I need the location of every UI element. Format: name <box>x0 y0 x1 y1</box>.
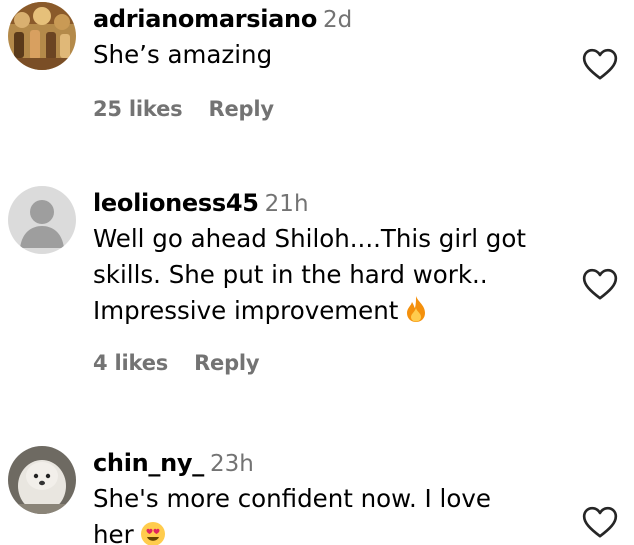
comment-text-line: skills. She put in the hard work.. <box>93 260 488 289</box>
comment-item: chin_ny_ 23h She's more confident now. I … <box>0 444 634 545</box>
comment-text-line: Impressive improvement <box>93 296 399 325</box>
like-heart-icon[interactable] <box>580 264 620 304</box>
profile-photo-icon <box>8 2 76 70</box>
comment-text-line: her <box>93 520 134 545</box>
comment-text-line: Well go ahead Shiloh....This girl got <box>93 224 526 253</box>
likes-count[interactable]: 25 likes <box>93 97 183 121</box>
comments-list: adrianomarsiano 2d She’s amazing 25 likes… <box>0 0 634 545</box>
comment-meta: 25 likes Reply <box>93 97 573 121</box>
reply-button[interactable]: Reply <box>194 351 260 375</box>
comment-text: Well go ahead Shiloh....This girl got sk… <box>93 221 573 329</box>
avatar[interactable] <box>8 2 76 70</box>
avatar[interactable] <box>8 446 76 514</box>
comment-text: She’s amazing <box>93 37 573 73</box>
avatar[interactable] <box>8 186 76 254</box>
comment-text-line: She's more confident now. I love <box>93 484 491 513</box>
likes-count[interactable]: 4 likes <box>93 351 168 375</box>
comment-timestamp: 2d <box>323 7 353 33</box>
comment-timestamp: 21h <box>264 191 309 217</box>
comment-meta: 4 likes Reply <box>93 351 573 375</box>
comment-timestamp: 23h <box>209 451 254 477</box>
heart-eyes-emoji-icon <box>140 522 165 545</box>
comment-text-line: She’s amazing <box>93 40 273 69</box>
comment-item: adrianomarsiano 2d She’s amazing 25 likes… <box>0 0 634 160</box>
reply-button[interactable]: Reply <box>208 97 274 121</box>
comment-username[interactable]: leolioness45 <box>93 189 259 217</box>
dog-photo-icon <box>8 446 76 514</box>
like-heart-icon[interactable] <box>580 502 620 542</box>
like-heart-icon[interactable] <box>580 44 620 84</box>
default-avatar-icon <box>8 186 76 254</box>
comment-username[interactable]: chin_ny_ <box>93 449 204 477</box>
comment-item: leolioness45 21h Well go ahead Shiloh....… <box>0 186 634 416</box>
comment-text: She's more confident now. I love her <box>93 481 573 545</box>
fire-emoji-icon <box>407 296 426 322</box>
comment-username[interactable]: adrianomarsiano <box>93 5 317 33</box>
